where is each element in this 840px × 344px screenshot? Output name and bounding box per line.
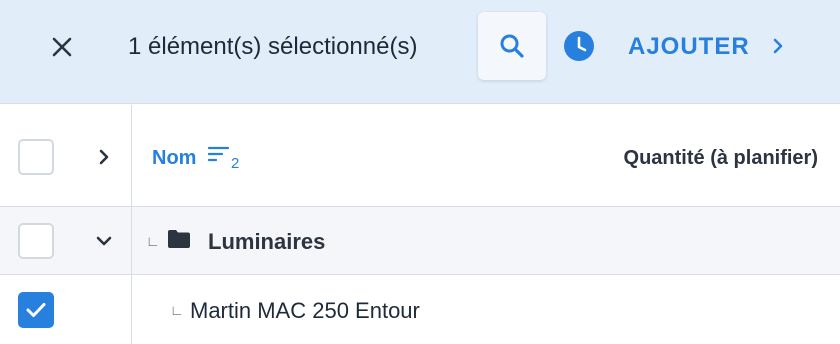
add-menu-chevron-button[interactable] <box>764 32 792 60</box>
clock-icon <box>564 31 594 61</box>
column-header-quantity[interactable]: Quantité (à planifier) <box>624 147 818 170</box>
table-row[interactable]: ∟ Martin MAC 250 Entour <box>0 276 840 344</box>
close-icon <box>52 37 72 57</box>
expand-all-button[interactable] <box>90 143 118 171</box>
group-label: Luminaires <box>208 229 326 254</box>
group-collapse-button[interactable] <box>90 227 118 255</box>
row-checkbox[interactable] <box>18 292 54 328</box>
column-header-name[interactable]: Nom <box>152 147 196 170</box>
tree-branch-marker: ∟ <box>170 302 184 318</box>
table-group-row[interactable]: ∟ Luminaires <box>0 207 840 275</box>
folder-icon <box>168 230 190 248</box>
sort-order-index: 2 <box>231 155 240 172</box>
column-divider <box>131 105 132 344</box>
chevron-down-icon <box>96 236 112 246</box>
item-name: Martin MAC 250 Entour <box>190 298 420 323</box>
checkmark-icon <box>26 303 46 317</box>
select-all-checkbox[interactable] <box>18 139 54 175</box>
table-header-row: Nom 2 Quantité (à planifier) <box>0 105 840 207</box>
selection-toolbar: 1 élément(s) sélectionné(s) AJOUTER <box>0 0 840 104</box>
close-selection-button[interactable] <box>40 25 84 69</box>
chevron-right-icon <box>773 38 783 54</box>
add-button[interactable]: AJOUTER <box>628 33 750 61</box>
search-button[interactable] <box>478 12 546 80</box>
history-button[interactable] <box>563 30 595 62</box>
search-icon <box>500 34 524 58</box>
sort-icon[interactable] <box>208 145 230 165</box>
group-checkbox[interactable] <box>18 223 54 259</box>
selection-count-text: 1 élément(s) sélectionné(s) <box>128 33 418 60</box>
chevron-right-icon <box>99 149 109 165</box>
tree-branch-marker: ∟ <box>146 233 160 249</box>
